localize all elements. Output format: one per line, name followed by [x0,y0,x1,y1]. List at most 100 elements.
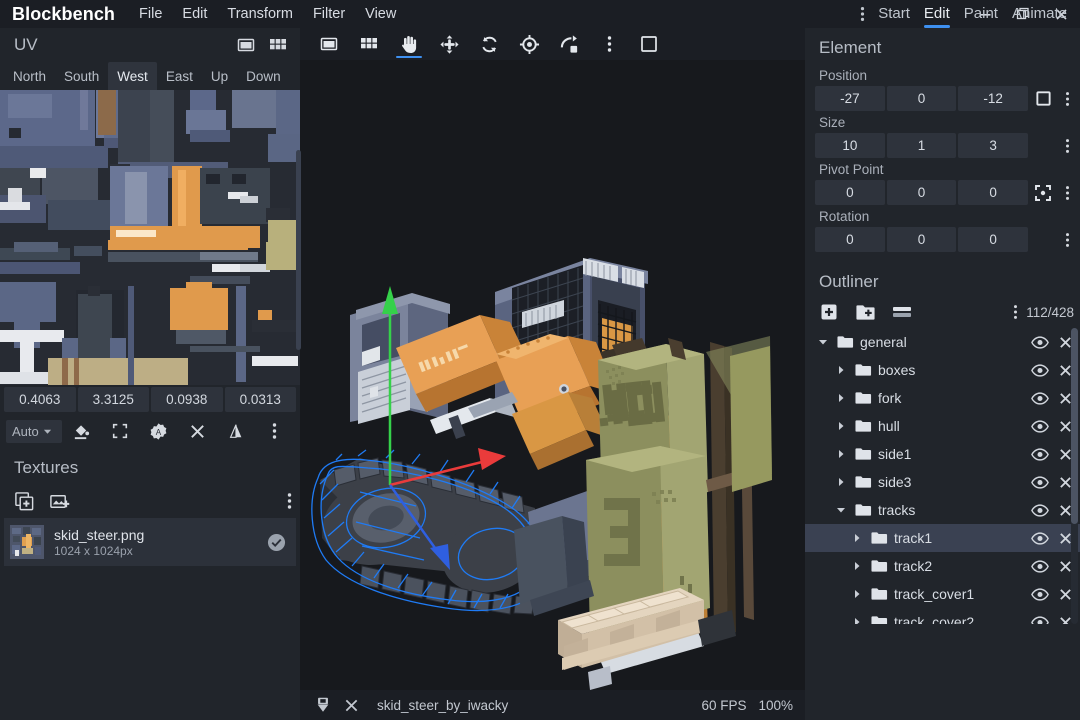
outliner-scrollbar-thumb[interactable] [1071,328,1078,524]
rotation-x-input[interactable]: 0 [815,227,885,252]
visibility-toggle-icon[interactable] [1031,503,1049,517]
face-tab-south[interactable]: South [55,62,108,90]
import-texture-icon[interactable] [49,491,70,512]
uv-more-options-icon[interactable] [255,418,294,444]
texture-selected-check-icon[interactable] [267,533,286,552]
save-icon[interactable] [314,696,332,714]
chevron-right-icon[interactable] [833,477,849,487]
clear-uv-icon[interactable] [178,418,217,444]
pivot-y-input[interactable]: 0 [886,180,957,205]
menu-edit[interactable]: Edit [172,2,217,26]
square-icon[interactable] [1030,90,1056,107]
maximize-icon[interactable] [101,418,140,444]
size-x-input[interactable]: 10 [815,133,885,158]
face-tab-west[interactable]: West [108,62,157,90]
tree-item-boxes[interactable]: boxes [805,356,1080,384]
rotation-more-options-icon[interactable] [1058,232,1076,248]
menu-file[interactable]: File [129,2,172,26]
size-y-input[interactable]: 1 [886,133,957,158]
visibility-toggle-icon[interactable] [1031,391,1049,405]
pivot-z-input[interactable]: 0 [958,180,1029,205]
position-y-input[interactable]: 0 [886,86,957,111]
uv-mode-select[interactable]: Auto [6,419,63,443]
uv-window-icon[interactable] [236,35,256,55]
visibility-toggle-icon[interactable] [1031,559,1049,573]
viewport[interactable]: skid_steer_by_iwacky 60 FPS 100% [300,28,805,720]
chevron-right-icon[interactable] [833,449,849,459]
move-tool-icon[interactable] [430,29,468,59]
face-tab-north[interactable]: North [4,62,55,90]
chevron-right-icon[interactable] [833,365,849,375]
visibility-toggle-icon[interactable] [1031,531,1049,545]
hand-tool-icon[interactable] [390,29,428,59]
viewport-more-options-icon[interactable] [590,29,628,59]
tab-animate[interactable]: Animate [1005,1,1074,28]
viewport-scene[interactable] [300,60,805,720]
tab-paint[interactable]: Paint [957,1,1005,28]
chevron-down-icon[interactable] [833,505,849,515]
fill-icon[interactable] [62,418,101,444]
chevron-right-icon[interactable] [849,589,865,599]
tab-edit[interactable]: Edit [917,1,957,28]
add-texture-icon[interactable] [14,491,35,512]
mode-more-options-icon[interactable] [858,6,871,22]
chevron-right-icon[interactable] [849,533,865,543]
grid-icon[interactable] [350,29,388,59]
visibility-toggle-icon[interactable] [1031,335,1049,349]
textures-more-options-icon[interactable] [287,492,292,510]
zoom-level[interactable]: 100% [758,698,793,713]
visibility-toggle-icon[interactable] [1031,615,1049,624]
position-z-input[interactable]: -12 [958,86,1029,111]
tree-item-general[interactable]: general [805,328,1080,356]
menu-filter[interactable]: Filter [303,2,355,26]
visibility-toggle-icon[interactable] [1031,447,1049,461]
visibility-toggle-icon[interactable] [1031,419,1049,433]
visibility-toggle-icon[interactable] [1031,363,1049,377]
left-panel-resize-handle[interactable] [296,150,301,350]
chevron-down-icon[interactable] [815,337,831,347]
position-more-options-icon[interactable] [1058,91,1076,107]
face-tab-east[interactable]: East [157,62,202,90]
menu-view[interactable]: View [355,2,406,26]
pivot-x-input[interactable]: 0 [815,180,885,205]
uv-value-4[interactable]: 0.0313 [224,387,296,412]
uv-value-3[interactable]: 0.0938 [151,387,223,412]
menu-transform[interactable]: Transform [217,2,303,26]
uv-texture-canvas[interactable] [0,90,300,385]
uv-grid-icon[interactable] [268,35,288,55]
square-select-icon[interactable] [630,29,668,59]
pivot-tool-icon[interactable] [510,29,548,59]
tree-item-track-cover1[interactable]: track_cover1 [805,580,1080,608]
rotate-tool-icon[interactable] [470,29,508,59]
outliner-tree[interactable]: general boxes fork hull side1 side3 trac… [805,328,1080,624]
face-tab-down[interactable]: Down [237,62,290,90]
center-pivot-icon[interactable] [1030,184,1056,202]
chevron-right-icon[interactable] [833,421,849,431]
add-group-icon[interactable] [855,302,876,322]
mirror-icon[interactable] [217,418,256,444]
face-tab-up[interactable]: Up [202,62,237,90]
pose-tool-icon[interactable] [550,29,588,59]
tree-item-side1[interactable]: side1 [805,440,1080,468]
outliner-more-options-icon[interactable] [1013,304,1018,320]
chevron-right-icon[interactable] [833,393,849,403]
uv-value-2[interactable]: 3.3125 [77,387,149,412]
tree-item-fork[interactable]: fork [805,384,1080,412]
texture-list-item[interactable]: skid_steer.png 1024 x 1024px [4,518,296,566]
tree-item-side3[interactable]: side3 [805,468,1080,496]
view-mode-icon[interactable] [310,29,348,59]
pivot-more-options-icon[interactable] [1058,185,1076,201]
rotation-y-input[interactable]: 0 [886,227,957,252]
tab-start[interactable]: Start [871,1,917,28]
add-cube-icon[interactable] [819,302,839,322]
collapse-icon[interactable] [892,305,912,319]
tree-item-track-cover2[interactable]: track_cover2 [805,608,1080,624]
chevron-right-icon[interactable] [849,561,865,571]
position-x-input[interactable]: -27 [815,86,885,111]
size-more-options-icon[interactable] [1058,138,1076,154]
tree-item-track1[interactable]: track1 [805,524,1080,552]
size-z-input[interactable]: 3 [958,133,1029,158]
tree-item-track2[interactable]: track2 [805,552,1080,580]
auto-uv-icon[interactable]: A [140,418,179,444]
close-project-icon[interactable] [344,698,359,713]
